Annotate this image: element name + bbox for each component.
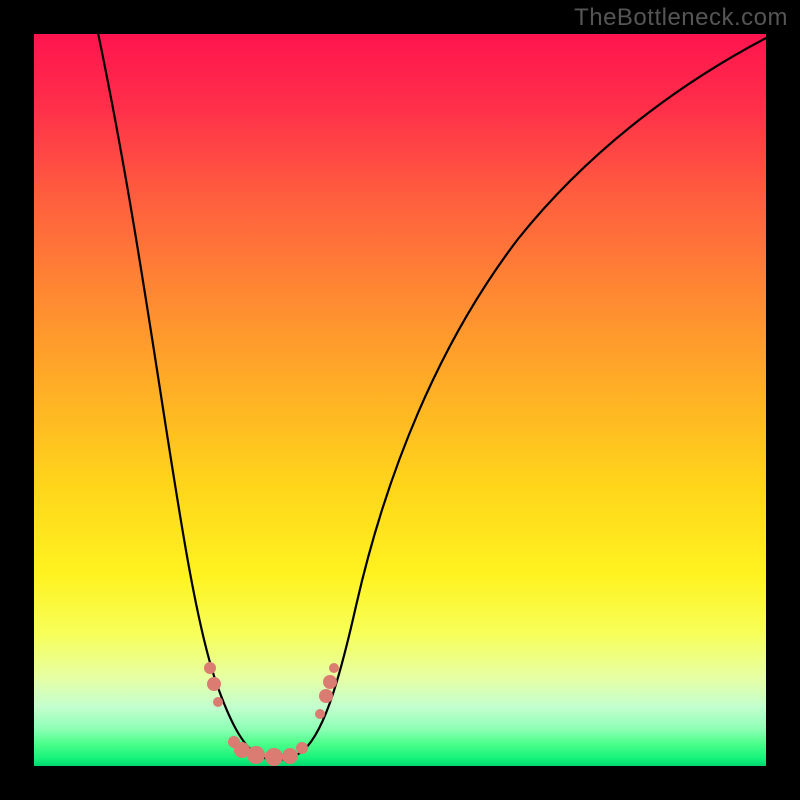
bottleneck-curve [94,34,766,760]
marker-dot [315,709,325,719]
marker-dot [296,742,308,754]
marker-dot [207,677,221,691]
watermark-text: TheBottleneck.com [574,4,788,32]
plot-area [34,34,766,766]
marker-dot [282,748,298,764]
marker-dot [204,662,216,674]
marker-dot [319,689,333,703]
curve-layer [34,34,766,766]
figure-frame: TheBottleneck.com [0,0,800,800]
marker-dot [247,746,265,764]
marker-dot [213,697,223,707]
marker-dot [323,675,337,689]
marker-dot [265,748,283,766]
marker-dot [329,663,339,673]
